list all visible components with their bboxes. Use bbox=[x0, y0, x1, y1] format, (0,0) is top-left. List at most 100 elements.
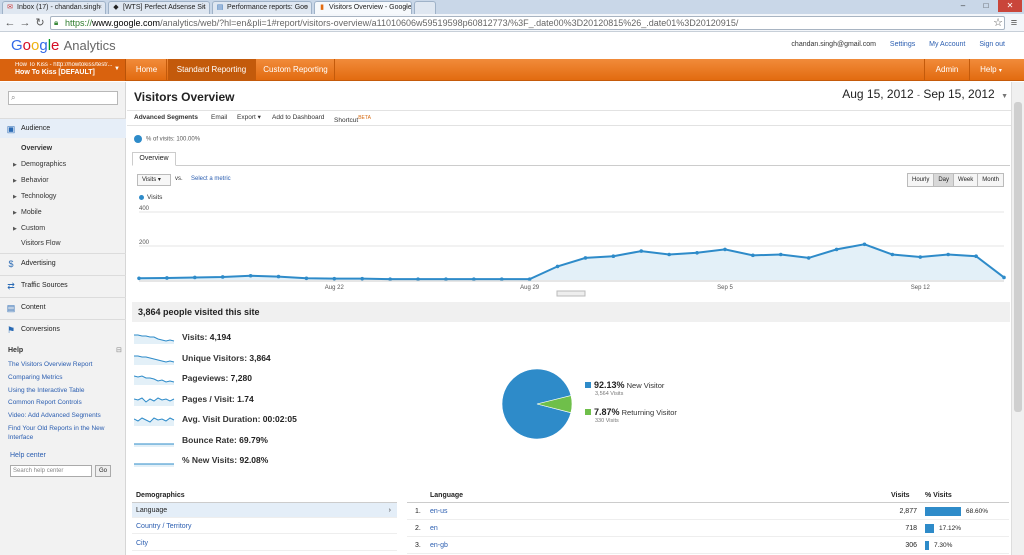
add-to-dashboard-button[interactable]: Add to Dashboard bbox=[272, 111, 324, 125]
shortcut-button[interactable]: ShortcutBETA bbox=[334, 111, 371, 128]
reload-icon[interactable]: ↻ bbox=[33, 16, 47, 30]
wrench-icon[interactable]: ≡ bbox=[1007, 16, 1021, 30]
help-menu[interactable]: Help ▾ bbox=[971, 59, 1011, 81]
data-point[interactable] bbox=[890, 252, 895, 257]
day-button[interactable]: Day bbox=[934, 174, 955, 186]
data-point[interactable] bbox=[555, 264, 560, 269]
data-point[interactable] bbox=[193, 275, 197, 280]
data-point[interactable] bbox=[667, 252, 671, 257]
account-selector[interactable]: How To Kiss - http://howtokiss/test/... … bbox=[0, 59, 126, 81]
visits-line-chart[interactable]: 400 200 Aug 22 Aug 29 Sep 5 Sep 12 bbox=[127, 202, 1011, 302]
select-metric-link[interactable]: Select a metric bbox=[191, 176, 231, 182]
demographics-language[interactable]: Language › bbox=[132, 503, 397, 518]
data-point[interactable] bbox=[946, 252, 950, 257]
data-point[interactable] bbox=[220, 275, 225, 279]
data-point[interactable] bbox=[806, 256, 811, 260]
week-button[interactable]: Week bbox=[954, 174, 979, 186]
my-account-link[interactable]: My Account bbox=[929, 41, 965, 48]
data-point[interactable] bbox=[499, 277, 504, 281]
star-icon[interactable]: ☆ bbox=[991, 16, 1005, 30]
new-tab-button[interactable] bbox=[414, 1, 436, 14]
metric-row[interactable]: Unique Visitors: 3,864 bbox=[134, 350, 394, 368]
close-icon[interactable]: × bbox=[404, 2, 408, 13]
data-point[interactable] bbox=[472, 277, 476, 281]
help-link[interactable]: Video: Add Advanced Segments bbox=[8, 411, 120, 420]
data-point[interactable] bbox=[834, 247, 839, 252]
help-center-link[interactable]: Help center bbox=[10, 452, 46, 459]
sidebar-item-overview[interactable]: Overview bbox=[21, 144, 52, 154]
sidebar-item-mobile[interactable]: ▶ Mobile bbox=[13, 208, 42, 218]
google-analytics-logo[interactable]: Google Analytics bbox=[11, 37, 116, 55]
data-point[interactable] bbox=[918, 255, 923, 259]
data-point[interactable] bbox=[1002, 275, 1006, 280]
address-bar[interactable]: 🔒︎ https://www.google.com/analytics/web/… bbox=[50, 16, 1005, 30]
sidebar-item-advertising[interactable]: $ Advertising bbox=[0, 253, 126, 273]
data-point[interactable] bbox=[360, 276, 365, 281]
language-link[interactable]: en-us bbox=[430, 503, 448, 520]
data-point[interactable] bbox=[862, 242, 867, 247]
data-point[interactable] bbox=[388, 277, 392, 281]
close-icon[interactable]: × bbox=[98, 2, 102, 13]
data-point[interactable] bbox=[332, 276, 337, 281]
collapse-icon[interactable]: ⊟ bbox=[116, 346, 122, 354]
sidebar-item-demographics[interactable]: ▶ Demographics bbox=[13, 160, 66, 170]
tab-home[interactable]: Home bbox=[127, 59, 167, 81]
sidebar-item-visitors-flow[interactable]: Visitors Flow bbox=[21, 239, 61, 249]
data-point[interactable] bbox=[695, 251, 699, 255]
metric-dropdown[interactable]: Visits ▾ bbox=[137, 174, 171, 186]
browser-tab[interactable]: ✉ Inbox (17) - chandan.singh × bbox=[2, 1, 106, 14]
metric-row[interactable]: Avg. Visit Duration: 00:02:05 bbox=[134, 411, 394, 429]
browser-tab-active[interactable]: ▮ Visitors Overview - Google × bbox=[314, 1, 412, 14]
sidebar-item-content[interactable]: ▤ Content bbox=[0, 297, 126, 317]
data-point[interactable] bbox=[416, 277, 420, 281]
go-button[interactable]: Go bbox=[95, 465, 111, 477]
metric-row[interactable]: Pages / Visit: 1.74 bbox=[134, 391, 394, 409]
data-point[interactable] bbox=[165, 276, 169, 280]
segment-indicator[interactable]: % of visits: 100.00% bbox=[134, 135, 200, 144]
sidebar-item-traffic-sources[interactable]: ⇄ Traffic Sources bbox=[0, 275, 126, 295]
data-point[interactable] bbox=[639, 249, 644, 253]
sidebar-item-custom[interactable]: ▶ Custom bbox=[13, 224, 45, 234]
back-icon[interactable]: ← bbox=[3, 16, 17, 30]
sidebar-item-conversions[interactable]: ⚑ Conversions bbox=[0, 319, 126, 339]
sidebar-item-behavior[interactable]: ▶ Behavior bbox=[13, 176, 49, 186]
help-link[interactable]: Common Report Controls bbox=[8, 398, 120, 407]
browser-tab[interactable]: ▤ Performance reports: Goo × bbox=[212, 1, 312, 14]
data-point[interactable] bbox=[611, 254, 616, 258]
minimize-icon[interactable]: – bbox=[952, 0, 974, 12]
close-icon[interactable]: × bbox=[202, 2, 206, 13]
advanced-segments-button[interactable]: Advanced Segments bbox=[134, 111, 198, 125]
export-button[interactable]: Export ▾ bbox=[237, 111, 261, 125]
sign-out-link[interactable]: Sign out bbox=[979, 41, 1005, 48]
email-button[interactable]: Email bbox=[211, 111, 227, 125]
scrollbar-thumb[interactable] bbox=[1014, 102, 1022, 412]
tab-standard-reporting[interactable]: Standard Reporting bbox=[168, 59, 256, 81]
data-point[interactable] bbox=[248, 273, 253, 278]
browser-tab[interactable]: ◆ [WTS] Perfect Adsense Sit × bbox=[108, 1, 210, 14]
help-center-search-input[interactable]: Search help center bbox=[10, 465, 92, 477]
chart-resize-handle[interactable] bbox=[556, 290, 586, 297]
data-point[interactable] bbox=[137, 276, 141, 281]
data-point[interactable] bbox=[974, 254, 978, 258]
help-link[interactable]: Find Your Old Reports in the New Interfa… bbox=[8, 424, 120, 442]
close-icon[interactable]: × bbox=[304, 2, 308, 13]
help-link[interactable]: The Visitors Overview Report bbox=[8, 360, 120, 369]
forward-icon[interactable]: → bbox=[18, 16, 32, 30]
sidebar-search-input[interactable]: ⌕ bbox=[8, 91, 118, 105]
sidebar-item-audience[interactable]: ▣ Audience bbox=[0, 118, 126, 138]
data-point[interactable] bbox=[583, 256, 588, 260]
help-link[interactable]: Comparing Metrics bbox=[8, 373, 120, 382]
data-point[interactable] bbox=[751, 253, 755, 258]
language-link[interactable]: en-gb bbox=[430, 537, 448, 554]
tab-custom-reporting[interactable]: Custom Reporting bbox=[257, 59, 335, 81]
visitor-type-pie[interactable] bbox=[500, 367, 574, 441]
admin-button[interactable]: Admin bbox=[924, 59, 970, 81]
demographics-city[interactable]: City bbox=[132, 536, 397, 551]
data-point[interactable] bbox=[444, 277, 448, 281]
help-link[interactable]: Using the Interactive Table bbox=[8, 386, 120, 395]
sidebar-item-technology[interactable]: ▶ Technology bbox=[13, 192, 56, 202]
date-range-picker[interactable]: Aug 15, 2012 - Sep 15, 2012 ▼ bbox=[842, 87, 1008, 101]
demographics-country[interactable]: Country / Territory bbox=[132, 519, 397, 534]
tab-overview[interactable]: Overview bbox=[132, 152, 176, 166]
table-row[interactable]: 3. en-gb 306 7.30% bbox=[407, 537, 1009, 554]
